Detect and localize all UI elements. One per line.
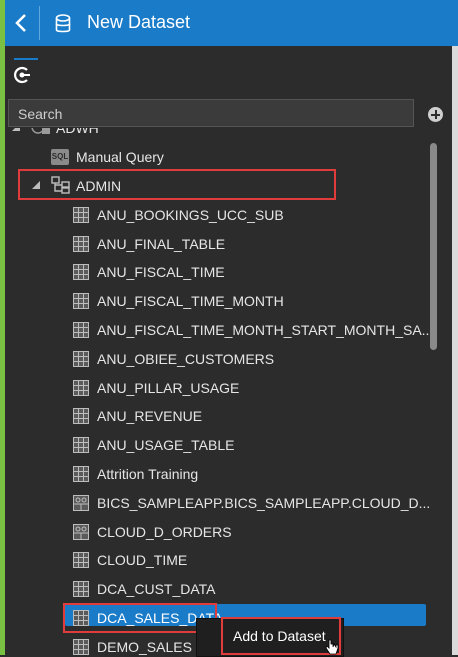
table-row[interactable]: Attrition Training bbox=[5, 460, 431, 488]
table-icon bbox=[73, 552, 89, 568]
hand-cursor-icon bbox=[325, 639, 339, 655]
table-row[interactable]: ANU_USAGE_TABLE bbox=[5, 431, 431, 459]
table-label: ANU_USAGE_TABLE bbox=[97, 437, 235, 453]
highlight-box-dca-sales bbox=[63, 603, 217, 633]
database-connection-icon bbox=[31, 128, 50, 134]
view-icon bbox=[73, 495, 89, 511]
tab-active-indicator bbox=[14, 58, 38, 60]
back-button[interactable] bbox=[5, 0, 39, 46]
table-icon bbox=[73, 264, 89, 280]
table-label: DEMO_SALES bbox=[97, 639, 192, 655]
table-label: ANU_OBIEE_CUSTOMERS bbox=[97, 351, 275, 367]
add-icon[interactable] bbox=[428, 107, 443, 122]
table-icon bbox=[73, 322, 89, 338]
table-label: ANU_FISCAL_TIME_MONTH bbox=[97, 293, 284, 309]
table-row[interactable]: ANU_OBIEE_CUSTOMERS bbox=[5, 345, 431, 373]
table-row[interactable]: ANU_FISCAL_TIME_MONTH_START_MONTH_SA... bbox=[5, 316, 431, 344]
table-label: ANU_FINAL_TABLE bbox=[97, 236, 226, 252]
table-icon bbox=[73, 380, 89, 396]
table-row[interactable]: ANU_REVENUE bbox=[5, 402, 431, 430]
connection-icon bbox=[14, 66, 30, 84]
chevron-left-icon bbox=[15, 14, 26, 32]
table-label: CLOUD_D_ORDERS bbox=[97, 524, 232, 540]
table-row[interactable]: ANU_BOOKINGS_UCC_SUB bbox=[5, 201, 431, 229]
table-label: ANU_REVENUE bbox=[97, 408, 203, 424]
search-input[interactable]: Search bbox=[8, 99, 414, 127]
highlight-box-admin bbox=[18, 169, 336, 200]
tree-root-label: ADWH bbox=[56, 128, 99, 136]
table-row[interactable]: CLOUD_D_ORDERS bbox=[5, 518, 431, 546]
table-row[interactable]: ANU_FISCAL_TIME bbox=[5, 258, 431, 286]
tree-root-row[interactable]: ADWH bbox=[5, 128, 431, 142]
table-icon bbox=[73, 466, 89, 482]
table-icon bbox=[73, 408, 89, 424]
table-label: ANU_PILLAR_USAGE bbox=[97, 380, 240, 396]
manual-query-item[interactable]: SQL Manual Query bbox=[5, 143, 431, 171]
header-bar: New Dataset bbox=[5, 0, 458, 46]
table-icon bbox=[73, 639, 89, 655]
table-row[interactable]: BICS_SAMPLEAPP.BICS_SAMPLEAPP.CLOUD_D... bbox=[5, 489, 431, 517]
view-icon bbox=[73, 524, 89, 540]
manual-query-label: Manual Query bbox=[76, 149, 164, 165]
table-row[interactable]: ANU_FINAL_TABLE bbox=[5, 230, 431, 258]
highlight-box-add-to-dataset bbox=[221, 617, 341, 655]
sql-icon: SQL bbox=[51, 149, 69, 165]
expand-arrow-icon bbox=[12, 128, 20, 131]
table-icon bbox=[73, 293, 89, 309]
table-row[interactable]: ANU_PILLAR_USAGE bbox=[5, 374, 431, 402]
table-row[interactable]: DCA_CUST_DATA bbox=[5, 575, 431, 603]
page-title: New Dataset bbox=[87, 12, 191, 32]
table-icon bbox=[73, 437, 89, 453]
table-row[interactable]: ANU_FISCAL_TIME_MONTH bbox=[5, 287, 431, 315]
connections-tab[interactable] bbox=[5, 46, 458, 96]
table-label: BICS_SAMPLEAPP.BICS_SAMPLEAPP.CLOUD_D... bbox=[97, 495, 431, 511]
header-divider bbox=[39, 6, 40, 40]
table-label: ANU_FISCAL_TIME bbox=[97, 264, 225, 280]
table-label: ANU_BOOKINGS_UCC_SUB bbox=[97, 207, 284, 223]
table-label: DCA_CUST_DATA bbox=[97, 581, 216, 597]
data-source-tree: ADWH SQL Manual Query ADMIN ANU_BOOKINGS… bbox=[5, 128, 431, 655]
tree-scrollbar[interactable] bbox=[430, 143, 437, 350]
database-icon bbox=[55, 14, 71, 33]
table-icon bbox=[73, 207, 89, 223]
table-row[interactable]: CLOUD_TIME bbox=[5, 546, 431, 574]
right-edge-panel bbox=[452, 46, 458, 655]
table-icon bbox=[73, 351, 89, 367]
table-icon bbox=[73, 581, 89, 597]
table-label: ANU_FISCAL_TIME_MONTH_START_MONTH_SA... bbox=[97, 322, 431, 338]
table-label: CLOUD_TIME bbox=[97, 552, 188, 568]
table-icon bbox=[73, 236, 89, 252]
table-label: Attrition Training bbox=[97, 466, 199, 482]
